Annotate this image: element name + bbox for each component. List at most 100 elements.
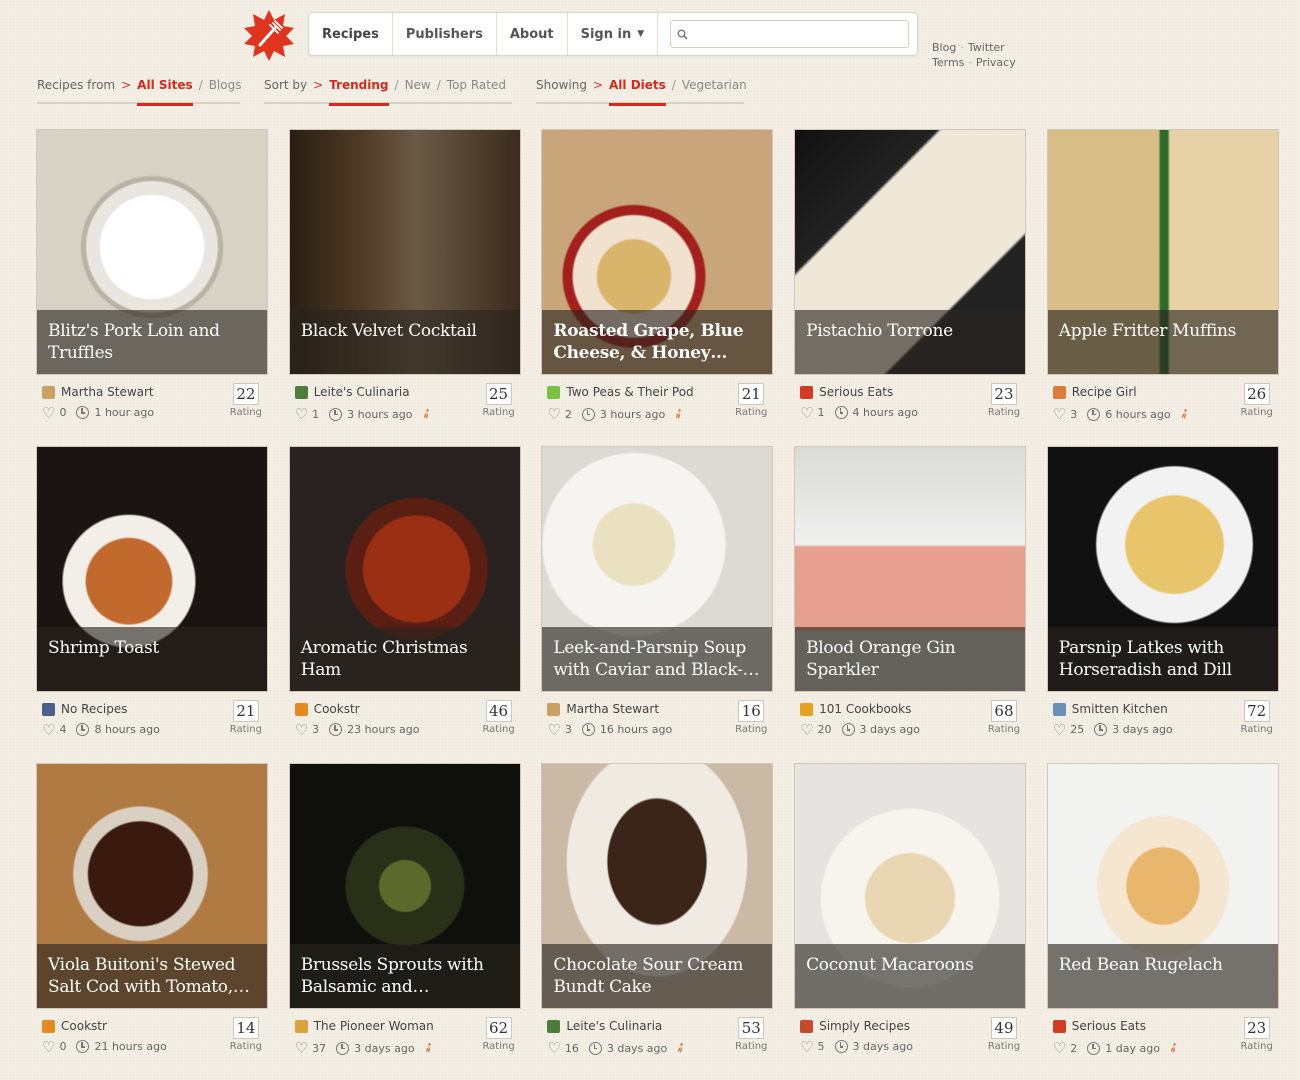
heart-icon[interactable]: ♡ <box>42 1039 55 1054</box>
recipe-thumbnail[interactable]: Red Bean Rugelach <box>1046 763 1279 1009</box>
recipe-thumbnail[interactable]: Chocolate Sour Cream Bundt Cake <box>541 763 774 1009</box>
recipe-meta: Cookstr ♡ 0 21 hours ago 14 Rating <box>36 1015 268 1059</box>
recipe-thumbnail[interactable]: Apple Fritter Muffins <box>1046 129 1279 375</box>
recipe-meta: 101 Cookbooks ♡ 20 3 days ago 68 Rating <box>794 698 1026 742</box>
publisher-link[interactable]: Martha Stewart <box>42 385 154 399</box>
rating-box: 22 Rating <box>230 383 262 418</box>
publisher-link[interactable]: Serious Eats <box>800 385 893 399</box>
rating-value: 72 <box>1243 700 1270 722</box>
recipe-thumbnail[interactable]: Parsnip Latkes with Horseradish and Dill <box>1046 446 1279 692</box>
recipe-thumbnail[interactable]: Blitz's Pork Loin and Truffles <box>36 129 268 375</box>
publisher-link[interactable]: Cookstr <box>294 702 360 716</box>
search-input[interactable] <box>692 22 908 46</box>
rating-box: 16 Rating <box>735 700 767 735</box>
heart-icon[interactable]: ♡ <box>295 722 308 737</box>
nav-sign-in[interactable]: Sign in ▼ <box>568 13 659 55</box>
publisher-link[interactable]: Martha Stewart <box>547 702 659 716</box>
rating-value: 23 <box>990 383 1017 405</box>
recipe-title[interactable]: Brussels Sprouts with Balsamic and… <box>289 944 520 1008</box>
publisher-link[interactable]: 101 Cookbooks <box>800 702 911 716</box>
sort-new[interactable]: New <box>405 78 431 104</box>
recipe-title[interactable]: Red Bean Rugelach <box>1047 944 1278 1008</box>
recipe-thumbnail[interactable]: Shrimp Toast <box>36 446 268 692</box>
filter-blogs[interactable]: Blogs <box>209 78 242 104</box>
like-count: 1 <box>312 407 320 421</box>
rating-value: 46 <box>485 700 512 722</box>
publisher-link[interactable]: No Recipes <box>42 702 128 716</box>
recipe-title[interactable]: Shrimp Toast <box>37 627 267 691</box>
heart-icon[interactable]: ♡ <box>800 1039 813 1054</box>
publisher-link[interactable]: The Pioneer Woman <box>294 1019 434 1033</box>
recipe-title[interactable]: Black Velvet Cocktail <box>289 310 520 374</box>
recipe-title[interactable]: Aromatic Christmas Ham <box>289 627 520 691</box>
sort-trending[interactable]: Trending <box>329 78 389 106</box>
publisher-link[interactable]: Two Peas & Their Pod <box>547 385 694 399</box>
separator: / <box>198 78 203 92</box>
recipe-title[interactable]: Parsnip Latkes with Horseradish and Dill <box>1047 627 1278 691</box>
heart-icon[interactable]: ♡ <box>295 407 308 422</box>
recipe-title[interactable]: Pistachio Torrone <box>795 310 1026 374</box>
diet-all-diets[interactable]: All Diets <box>609 78 666 106</box>
publisher-link[interactable]: Serious Eats <box>1052 1019 1146 1033</box>
diet-vegetarian[interactable]: Vegetarian <box>682 78 747 104</box>
rating-box: 72 Rating <box>1241 700 1273 735</box>
heart-icon[interactable]: ♡ <box>42 405 55 420</box>
recipe-meta: Simply Recipes ♡ 5 3 days ago 49 Rating <box>794 1015 1026 1059</box>
recipe-thumbnail[interactable]: Blood Orange Gin Sparkler <box>794 446 1027 692</box>
filter-all-sites[interactable]: All Sites <box>137 78 194 106</box>
publisher-link[interactable]: Cookstr <box>42 1019 107 1033</box>
carrot-icon: ➶ <box>670 404 689 424</box>
publisher-link[interactable]: Leite's Culinaria <box>294 385 410 399</box>
publisher-link[interactable]: Leite's Culinaria <box>547 1019 662 1033</box>
privacy-link[interactable]: Privacy <box>976 56 1016 69</box>
recipe-title[interactable]: Roasted Grape, Blue Cheese, & Honey… <box>542 310 773 374</box>
recipe-stats: ♡ 16 3 days ago ➶ <box>547 1038 691 1058</box>
heart-icon[interactable]: ♡ <box>547 722 560 737</box>
caret-down-icon: ▼ <box>637 29 645 39</box>
recipe-title[interactable]: Blood Orange Gin Sparkler <box>795 627 1026 691</box>
heart-icon[interactable]: ♡ <box>42 722 55 737</box>
posted-time: 1 hour ago <box>94 406 155 419</box>
twitter-link[interactable]: Twitter <box>968 41 1005 54</box>
sort-top-rated[interactable]: Top Rated <box>447 78 506 104</box>
heart-icon[interactable]: ♡ <box>800 405 813 420</box>
heart-icon[interactable]: ♡ <box>547 1041 560 1056</box>
posted-time: 3 days ago <box>354 1041 415 1055</box>
nav-about[interactable]: About <box>497 13 568 55</box>
recipe-thumbnail[interactable]: Coconut Macaroons <box>794 763 1027 1009</box>
recipe-title[interactable]: Viola Buitoni's Stewed Salt Cod with Tom… <box>37 944 267 1008</box>
like-count: 0 <box>59 1040 67 1053</box>
posted-time: 23 hours ago <box>347 723 420 736</box>
recipe-title[interactable]: Blitz's Pork Loin and Truffles <box>37 310 267 374</box>
recipe-title[interactable]: Chocolate Sour Cream Bundt Cake <box>542 944 773 1008</box>
recipe-thumbnail[interactable]: Black Velvet Cocktail <box>288 129 521 375</box>
publisher-icon <box>1052 702 1066 716</box>
carrot-icon: ➶ <box>672 1038 691 1058</box>
blog-link[interactable]: Blog <box>932 41 956 54</box>
heart-icon[interactable]: ♡ <box>1053 722 1066 737</box>
heart-icon[interactable]: ♡ <box>1053 407 1066 422</box>
recipe-thumbnail[interactable]: Leek-and-Parsnip Soup with Caviar and Bl… <box>541 446 774 692</box>
rating-label: Rating <box>482 724 515 735</box>
nav-sign-in-label: Sign in <box>580 26 632 42</box>
publisher-link[interactable]: Smitten Kitchen <box>1052 702 1168 716</box>
heart-icon[interactable]: ♡ <box>1053 1041 1066 1056</box>
heart-icon[interactable]: ♡ <box>547 407 560 422</box>
recipe-title[interactable]: Apple Fritter Muffins <box>1047 310 1278 374</box>
recipe-thumbnail[interactable]: Roasted Grape, Blue Cheese, & Honey… <box>541 129 774 375</box>
site-logo[interactable] <box>242 8 296 62</box>
terms-link[interactable]: Terms <box>932 56 964 69</box>
recipe-thumbnail[interactable]: Aromatic Christmas Ham <box>288 446 521 692</box>
recipe-title[interactable]: Coconut Macaroons <box>795 944 1026 1008</box>
nav-recipes[interactable]: Recipes <box>309 13 393 55</box>
recipe-thumbnail[interactable]: Pistachio Torrone <box>794 129 1027 375</box>
recipe-title[interactable]: Leek-and-Parsnip Soup with Caviar and Bl… <box>542 627 773 691</box>
filter-sort: Sort by > Trending / New / Top Rated <box>264 78 512 106</box>
recipe-thumbnail[interactable]: Viola Buitoni's Stewed Salt Cod with Tom… <box>36 763 268 1009</box>
publisher-link[interactable]: Recipe Girl <box>1052 385 1137 399</box>
nav-publishers[interactable]: Publishers <box>393 13 497 55</box>
heart-icon[interactable]: ♡ <box>800 722 813 737</box>
recipe-thumbnail[interactable]: Brussels Sprouts with Balsamic and… <box>288 763 521 1009</box>
heart-icon[interactable]: ♡ <box>295 1041 308 1056</box>
publisher-link[interactable]: Simply Recipes <box>800 1019 910 1033</box>
